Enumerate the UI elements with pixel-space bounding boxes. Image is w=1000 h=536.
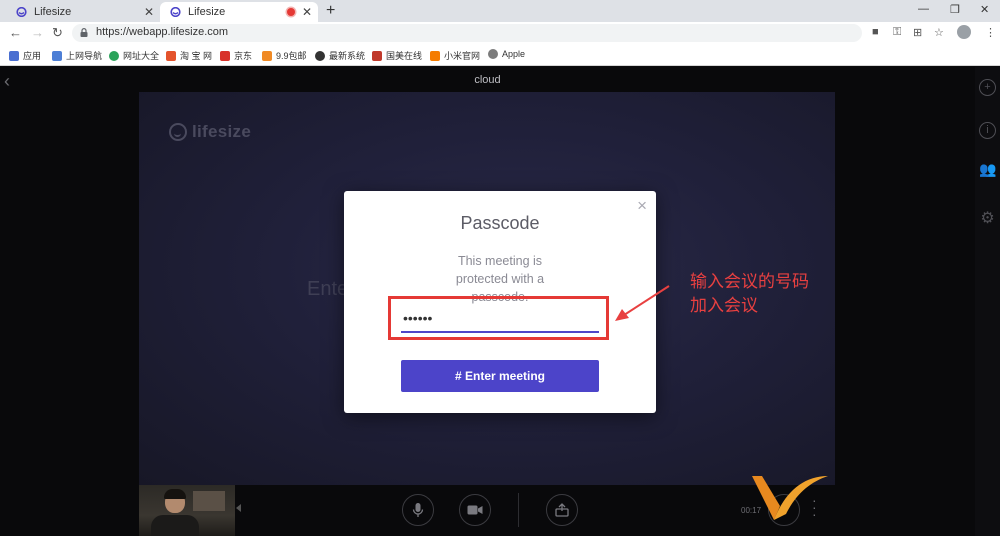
header-label: cloud [474, 74, 501, 86]
minimize-icon[interactable]: — [918, 3, 929, 15]
microphone-icon [412, 503, 424, 517]
recording-indicator-icon [287, 8, 295, 16]
bookmark-item[interactable]: 上网导航 [52, 49, 102, 62]
passcode-dialog: × Passcode This meeting is protected wit… [344, 191, 656, 413]
right-sidebar: + i 👥 ⚙ [975, 67, 1000, 536]
bookmark-favicon-icon [109, 50, 119, 61]
bookmark-favicon-icon [430, 50, 440, 61]
dialog-title: Passcode [460, 213, 540, 233]
translate-icon[interactable]: ⊞ [913, 26, 922, 39]
share-screen-icon [555, 503, 569, 517]
collapse-self-view-icon[interactable] [236, 504, 241, 512]
bookmark-item[interactable]: 京东 [220, 49, 252, 62]
key-icon[interactable]: ⚿ [893, 26, 901, 39]
bookmark-apps[interactable]: 应用 [9, 49, 41, 62]
add-icon[interactable]: + [979, 79, 996, 96]
lifesize-logo-icon [169, 123, 187, 141]
annotation-arrow-icon [615, 285, 670, 321]
browser-tab-active[interactable]: Lifesize ✕ [160, 2, 318, 22]
annotation-line-1: 输入会议的号码 [690, 272, 809, 291]
info-icon[interactable]: i [979, 122, 996, 139]
bookmark-item[interactable]: 最新系统 [315, 49, 365, 62]
lock-icon [80, 28, 88, 37]
bookmark-item[interactable]: 网址大全 [109, 49, 159, 62]
tab-title: Lifesize [34, 6, 72, 18]
browser-tab-bar: Lifesize ✕ Lifesize ✕ + — ❐ ✕ [0, 0, 1000, 22]
address-bar[interactable]: https://webapp.lifesize.com [72, 24, 862, 42]
bookmark-favicon-icon [52, 50, 62, 61]
bookmark-favicon-icon [372, 50, 382, 61]
back-arrow-icon[interactable]: ← [9, 25, 22, 40]
bookmark-favicon-icon [315, 50, 325, 61]
background-prompt: Ente [307, 278, 349, 300]
self-view-video[interactable] [139, 485, 235, 536]
bookmark-item[interactable]: 国美在线 [372, 49, 422, 62]
bookmark-favicon-icon [262, 50, 272, 61]
browser-toolbar: ← → ↻ https://webapp.lifesize.com ■ ⚿ ⊞ … [0, 22, 1000, 44]
window-close-icon[interactable]: ✕ [980, 3, 989, 16]
tab-title: Lifesize [188, 6, 226, 18]
lifesize-logo: lifesize [169, 122, 251, 142]
bookmarks-bar: 应用 上网导航 网址大全 淘 宝 网 京东 9.9包邮 最新系统 国美在线 小米… [0, 44, 1000, 66]
bookmark-item[interactable]: Apple [488, 49, 525, 59]
bookmark-favicon-icon [166, 50, 176, 61]
self-view-person-hair [164, 489, 186, 499]
profile-avatar[interactable] [957, 25, 971, 39]
controls-divider [518, 493, 519, 527]
tab-close-icon[interactable]: ✕ [144, 5, 154, 19]
star-icon[interactable]: ☆ [934, 26, 944, 39]
apps-grid-icon [9, 50, 19, 61]
lifesize-favicon-icon [16, 7, 27, 17]
annotation-text: 输入会议的号码 加入会议 [690, 270, 809, 318]
tab-close-icon[interactable]: ✕ [302, 5, 312, 19]
lifesize-favicon-icon [170, 7, 181, 17]
settings-gear-icon[interactable]: ⚙ [979, 211, 996, 229]
self-view-background [193, 491, 225, 511]
bookmark-favicon-icon [488, 49, 498, 59]
restore-icon[interactable]: ❐ [950, 3, 960, 16]
microphone-button[interactable] [402, 494, 434, 526]
bookmark-item[interactable]: 小米官网 [430, 49, 480, 62]
bookmark-item[interactable]: 9.9包邮 [262, 49, 307, 62]
self-view-person-body [151, 515, 199, 536]
annotation-line-2: 加入会议 [690, 296, 758, 315]
browser-tab[interactable]: Lifesize ✕ [6, 2, 160, 22]
new-tab-icon[interactable]: + [326, 2, 335, 20]
camera-icon[interactable]: ■ [872, 26, 879, 38]
forward-arrow-icon[interactable]: → [31, 25, 44, 40]
enter-meeting-button[interactable]: # Enter meeting [401, 360, 599, 392]
share-screen-button[interactable] [546, 494, 578, 526]
brand-name: lifesize [192, 122, 252, 141]
video-camera-icon [467, 505, 483, 515]
url-text: https://webapp.lifesize.com [96, 26, 229, 38]
kebab-menu-icon[interactable]: ⋮ [985, 26, 996, 39]
watermark-logo [752, 476, 828, 520]
bookmark-item[interactable]: 淘 宝 网 [166, 49, 212, 62]
bookmark-favicon-icon [220, 50, 230, 61]
annotation-highlight-box [388, 296, 609, 340]
reload-icon[interactable]: ↻ [52, 25, 63, 41]
camera-button[interactable] [459, 494, 491, 526]
participants-icon[interactable]: 👥 [979, 162, 996, 179]
